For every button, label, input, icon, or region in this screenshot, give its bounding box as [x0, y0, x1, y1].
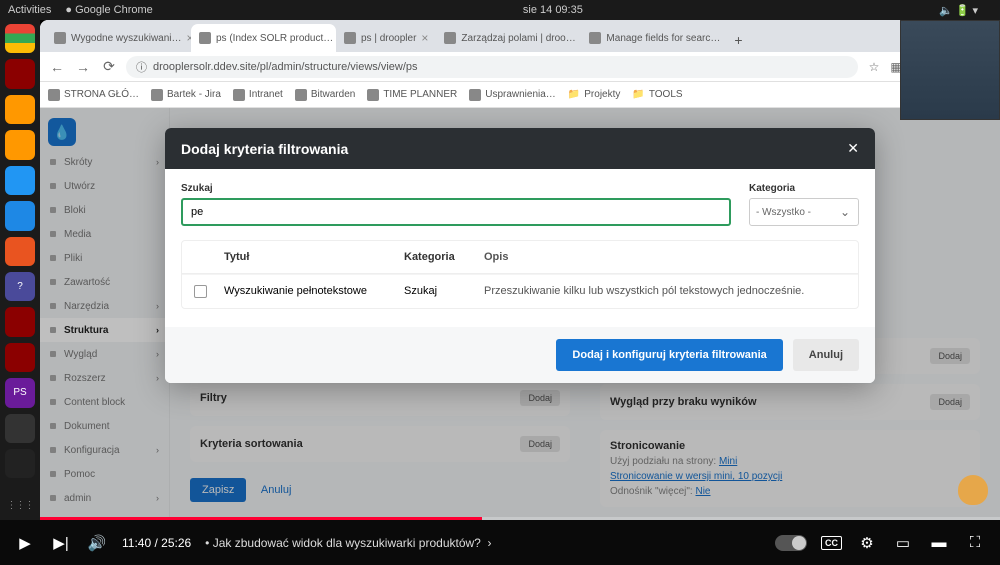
bookmark[interactable]: 📁 TOOLS [632, 89, 682, 100]
autoplay-toggle[interactable] [775, 535, 807, 551]
fullscreen-icon[interactable]: ⛶ [964, 534, 986, 551]
star-icon[interactable]: ☆ [866, 59, 882, 75]
row-description: Przeszukiwanie kilku lub wszystkich pól … [484, 285, 846, 298]
close-icon[interactable]: ✕ [847, 140, 859, 157]
video-time: 11:40 / 25:26 [122, 536, 191, 550]
modal-header: Dodaj kryteria filtrowania ✕ [165, 128, 875, 169]
browser-tab[interactable]: Manage fields for searc…× [581, 24, 726, 52]
miniplayer-icon[interactable]: ▭ [892, 534, 914, 552]
modal-title: Dodaj kryteria filtrowania [181, 141, 348, 157]
browser-tab[interactable]: Zarządzaj polami | droo…× [436, 24, 581, 52]
col-title: Tytuł [224, 251, 404, 263]
cancel-button[interactable]: Anuluj [793, 339, 859, 371]
volume-icon[interactable]: 🔊 [86, 534, 108, 552]
dock-app-5[interactable] [5, 166, 35, 195]
row-title: Wyszukiwanie pełnotekstowe [224, 285, 404, 298]
search-label: Szukaj [181, 183, 731, 194]
dock-app-3[interactable] [5, 95, 35, 124]
forward-button[interactable]: → [74, 59, 92, 75]
bookmark[interactable]: Usprawnienia… [469, 89, 556, 101]
url-input[interactable]: ⓘdrooplersolr.ddev.site/pl/admin/structu… [126, 56, 858, 78]
next-button[interactable]: ▶| [50, 534, 72, 552]
bookmark[interactable]: Intranet [233, 89, 283, 101]
dock-obs[interactable] [5, 449, 35, 478]
activities-label[interactable]: Activities [8, 4, 51, 16]
captions-button[interactable]: CC [821, 536, 842, 550]
dock-app-10[interactable] [5, 343, 35, 372]
ubuntu-top-bar: Activities ● Google Chrome sie 14 09:35 … [0, 0, 1000, 20]
settings-icon[interactable]: ⚙ [856, 534, 878, 552]
dock-app-9[interactable] [5, 307, 35, 336]
tab-strip: Wygodne wyszukiwani…× ps (Index SOLR pro… [40, 20, 1000, 52]
results-table: Tytuł Kategoria Opis Wyszukiwanie pełnot… [181, 240, 859, 309]
category-label: Kategoria [749, 183, 859, 194]
theater-icon[interactable]: ▬ [928, 534, 950, 551]
dock-app-4[interactable] [5, 130, 35, 159]
browser-tab[interactable]: Wygodne wyszukiwani…× [46, 24, 191, 52]
dock-phpstorm[interactable]: PS [5, 378, 35, 407]
new-tab-button[interactable]: + [726, 28, 750, 52]
bookmark[interactable]: STRONA GŁÓ… [48, 89, 139, 101]
teapot-icon [958, 475, 988, 505]
play-button[interactable]: ▶ [14, 534, 36, 552]
modal-overlay: Dodaj kryteria filtrowania ✕ Szukaj Kate… [40, 108, 1000, 520]
bookmark[interactable]: 📁 Projekty [568, 89, 621, 100]
category-select[interactable]: - Wszystko - [749, 198, 859, 226]
bookmark[interactable]: Bitwarden [295, 89, 355, 101]
dock-software[interactable] [5, 237, 35, 266]
ubuntu-dock: ? PS [0, 20, 40, 520]
search-input[interactable] [181, 198, 731, 226]
col-description: Opis [484, 251, 846, 263]
reload-button[interactable]: ⟳ [100, 58, 118, 75]
back-button[interactable]: ← [48, 59, 66, 75]
video-title[interactable]: • Jak zbudować widok dla wyszukiwarki pr… [205, 536, 761, 550]
table-row[interactable]: Wyszukiwanie pełnotekstowe Szukaj Przesz… [182, 274, 858, 308]
dock-chrome[interactable] [5, 24, 35, 53]
close-icon[interactable]: × [421, 31, 428, 45]
bookmark[interactable]: Bartek - Jira [151, 89, 221, 101]
browser-tab[interactable]: ps | droopler× [336, 24, 436, 52]
modal-footer: Dodaj i konfiguruj kryteria filtrowania … [165, 327, 875, 383]
add-filter-modal: Dodaj kryteria filtrowania ✕ Szukaj Kate… [165, 128, 875, 383]
secure-icon: ⓘ [136, 59, 147, 75]
bookmarks-bar: STRONA GŁÓ… Bartek - Jira Intranet Bitwa… [40, 82, 1000, 108]
dock-terminal[interactable] [5, 59, 35, 88]
bookmark[interactable]: TIME PLANNER [367, 89, 457, 101]
dock-app-6[interactable] [5, 201, 35, 230]
chrome-window: Wygodne wyszukiwani…× ps (Index SOLR pro… [40, 20, 1000, 520]
add-configure-button[interactable]: Dodaj i konfiguruj kryteria filtrowania [556, 339, 782, 371]
col-category: Kategoria [404, 251, 484, 263]
browser-tab[interactable]: ps (Index SOLR product…× [191, 24, 336, 52]
clock[interactable]: sie 14 09:35 [523, 4, 583, 16]
dock-app-12[interactable] [5, 414, 35, 443]
dock-help[interactable]: ? [5, 272, 35, 301]
row-checkbox[interactable] [194, 285, 207, 298]
video-controls: ▶ ▶| 🔊 11:40 / 25:26 • Jak zbudować wido… [0, 520, 1000, 565]
drupal-page: 💧 Skróty› Utwórz Bloki Media Pliki Zawar… [40, 108, 1000, 520]
row-category: Szukaj [404, 285, 484, 298]
webcam-overlay [900, 20, 1000, 120]
address-bar: ← → ⟳ ⓘdrooplersolr.ddev.site/pl/admin/s… [40, 52, 1000, 82]
status-icons[interactable]: 🔈 🔋 ▾ [939, 4, 978, 17]
dock-apps-grid[interactable] [5, 490, 35, 519]
chrome-indicator[interactable]: ● Google Chrome [65, 4, 166, 16]
